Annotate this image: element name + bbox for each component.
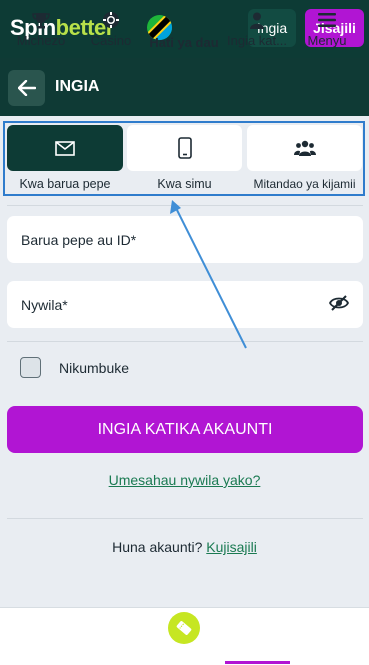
- nav-sports[interactable]: Michezo: [6, 0, 76, 58]
- remember-me-checkbox[interactable]: [20, 357, 41, 378]
- no-account-row: Huna akaunti? Kujisajili: [0, 539, 369, 555]
- arrow-left-icon: [17, 80, 36, 96]
- envelope-icon: [55, 140, 75, 156]
- nav-casino-label: Casino: [90, 33, 132, 48]
- tab-phone[interactable]: [127, 125, 242, 171]
- nav-active-indicator: [225, 661, 290, 664]
- page-title: INGIA: [55, 78, 100, 95]
- tab-social-label[interactable]: Mitandao ya kijamii: [247, 177, 362, 191]
- email-field-placeholder: Barua pepe au ID*: [21, 231, 137, 248]
- nav-bet-slip[interactable]: Hati ya dau: [146, 0, 222, 58]
- bet-slip-button[interactable]: [168, 612, 200, 644]
- nav-sports-label: Michezo: [16, 33, 66, 48]
- email-field[interactable]: Barua pepe au ID*: [7, 216, 363, 263]
- remember-me-label[interactable]: Nikumbuke: [59, 360, 129, 376]
- divider: [7, 341, 363, 342]
- tab-phone-label[interactable]: Kwa simu: [127, 177, 242, 191]
- password-field[interactable]: Nywila*: [7, 281, 363, 328]
- divider: [7, 518, 363, 519]
- divider: [7, 205, 363, 206]
- register-link[interactable]: Kujisajili: [206, 539, 257, 555]
- login-submit-button[interactable]: INGIA KATIKA AKAUNTI: [7, 406, 363, 453]
- smartphone-icon: [177, 137, 192, 159]
- nav-login[interactable]: Ingia kat...: [222, 0, 292, 58]
- hamburger-icon: [318, 13, 336, 27]
- tab-email[interactable]: [7, 125, 123, 171]
- tab-email-label[interactable]: Kwa barua pepe: [7, 177, 123, 191]
- tab-social[interactable]: [247, 125, 362, 171]
- no-account-text: Huna akaunti?: [112, 539, 203, 555]
- trophy-icon: [32, 12, 50, 28]
- nav-menu[interactable]: Menyu: [294, 0, 360, 58]
- nav-casino[interactable]: Casino: [78, 0, 144, 58]
- back-button[interactable]: [8, 70, 45, 106]
- ticket-icon: [176, 621, 192, 635]
- nav-menu-label: Menyu: [307, 33, 347, 48]
- page-header: INGIA: [0, 58, 369, 116]
- user-icon: [250, 12, 264, 29]
- nav-login-label: Ingia kat...: [227, 33, 287, 48]
- password-field-placeholder: Nywila*: [21, 296, 68, 313]
- forgot-password-link[interactable]: Umesahau nywila yako?: [0, 472, 369, 488]
- nav-bet-slip-label: Hati ya dau: [149, 35, 219, 50]
- eye-slash-icon[interactable]: [328, 294, 350, 315]
- users-icon: [293, 140, 316, 156]
- casino-chip-icon: [103, 12, 119, 28]
